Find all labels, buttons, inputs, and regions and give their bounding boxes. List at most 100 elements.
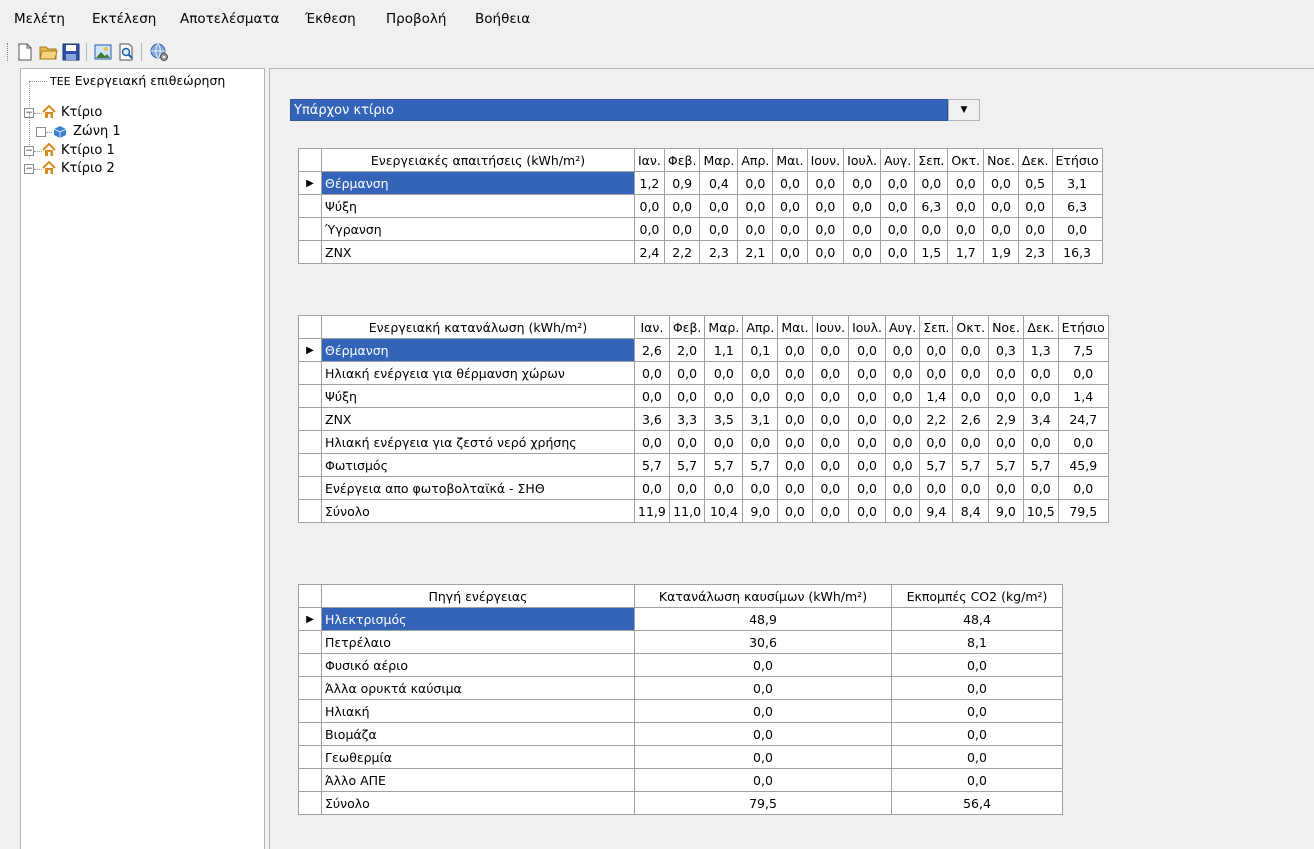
value-cell[interactable]: 7,5 <box>1057 338 1109 362</box>
column-header-month[interactable]: Ιουν. <box>811 315 850 339</box>
value-cell[interactable]: 0,0 <box>848 430 887 454</box>
value-cell[interactable]: 0,0 <box>988 476 1024 500</box>
value-cell[interactable]: 0,0 <box>880 194 916 218</box>
value-cell[interactable]: 0,0 <box>919 361 954 385</box>
table-row[interactable]: Πετρέλαιο 30,6 8,1 <box>298 630 1063 654</box>
fuel-consumption-cell[interactable]: 0,0 <box>634 676 892 700</box>
co2-emissions-cell[interactable]: 0,0 <box>891 653 1063 677</box>
column-header-month[interactable]: Δεκ. <box>1017 148 1053 172</box>
value-cell[interactable]: 0,0 <box>777 338 813 362</box>
value-cell[interactable]: 0,0 <box>772 171 808 195</box>
value-cell[interactable]: 2,6 <box>634 338 670 362</box>
value-cell[interactable]: 0,0 <box>988 361 1024 385</box>
table-row[interactable]: Ψύξη 0,0 0,0 0,0 0,0 0,0 0,0 0,0 0,0 1,4 0,0 0,0 0,0… <box>298 384 1109 408</box>
fuel-consumption-cell[interactable]: 0,0 <box>634 745 892 769</box>
value-cell[interactable]: 0,0 <box>811 453 850 477</box>
row-selector[interactable] <box>298 453 322 477</box>
menu-apotelesmata[interactable]: Αποτελέσματα <box>180 11 279 27</box>
column-header-month[interactable]: Νοε. <box>983 148 1019 172</box>
value-cell[interactable]: 0,0 <box>988 430 1024 454</box>
column-header-month[interactable]: Ιαν. <box>634 315 670 339</box>
value-cell[interactable]: 3,6 <box>634 407 670 431</box>
row-category-cell[interactable]: Ηλιακή ενέργεια για ζεστό νερό χρήσης <box>321 430 635 454</box>
picture-icon[interactable] <box>93 42 113 62</box>
row-category-cell[interactable]: Θέρμανση <box>321 171 635 195</box>
value-cell[interactable]: 8,4 <box>952 499 990 523</box>
building-type-value[interactable]: Υπάρχον κτίριο <box>290 99 948 121</box>
column-header-month[interactable]: Οκτ. <box>952 315 990 339</box>
value-cell[interactable]: 5,7 <box>952 453 990 477</box>
value-cell[interactable]: 1,2 <box>634 171 665 195</box>
value-cell[interactable]: 0,0 <box>806 217 845 241</box>
column-header-month[interactable]: Μαι. <box>777 315 813 339</box>
value-cell[interactable]: 3,1 <box>742 407 779 431</box>
value-cell[interactable]: 0,0 <box>1022 430 1059 454</box>
value-cell[interactable]: 0,0 <box>699 194 739 218</box>
table-row[interactable]: ▶ Θέρμανση 1,2 0,9 0,4 0,0 0,0 0,0 0,0 0,0 0,0 0,0 0… <box>298 171 1103 195</box>
value-cell[interactable]: 0,0 <box>885 453 921 477</box>
value-cell[interactable]: 0,0 <box>737 171 774 195</box>
value-cell[interactable]: 9,0 <box>742 499 779 523</box>
value-cell[interactable]: 0,0 <box>983 194 1019 218</box>
value-cell[interactable]: 0,0 <box>885 338 921 362</box>
value-cell[interactable]: 0,0 <box>777 499 813 523</box>
fuel-consumption-cell[interactable]: 48,9 <box>634 607 892 631</box>
row-category-cell[interactable]: ZNX <box>321 407 635 431</box>
value-cell[interactable]: 0,0 <box>919 430 954 454</box>
row-selector[interactable] <box>298 676 322 700</box>
column-header[interactable]: Πηγή ενέργειας <box>321 584 635 608</box>
row-category-cell[interactable]: Σύνολο <box>321 499 635 523</box>
value-cell[interactable]: 5,7 <box>1022 453 1059 477</box>
co2-emissions-cell[interactable]: 48,4 <box>891 607 1063 631</box>
value-cell[interactable]: 0,0 <box>742 430 779 454</box>
co2-emissions-cell[interactable]: 0,0 <box>891 768 1063 792</box>
value-cell[interactable]: 0,0 <box>704 476 744 500</box>
value-cell[interactable]: 0,0 <box>777 430 813 454</box>
menu-ekthesi[interactable]: Έκθεση <box>305 11 356 27</box>
fuel-consumption-cell[interactable]: 0,0 <box>634 653 892 677</box>
tree-node-zoni-1[interactable]: Ζώνη 1 <box>73 123 121 141</box>
value-cell[interactable]: 0,0 <box>952 384 990 408</box>
value-cell[interactable]: 0,0 <box>663 194 701 218</box>
value-cell[interactable]: 0,0 <box>811 430 850 454</box>
row-category-cell[interactable]: Ύγρανση <box>321 217 635 241</box>
table-row[interactable]: Φυσικό αέριο 0,0 0,0 <box>298 653 1063 677</box>
co2-emissions-cell[interactable]: 0,0 <box>891 722 1063 746</box>
value-cell[interactable]: 0,5 <box>1017 171 1053 195</box>
column-header-month[interactable]: Ιουν. <box>806 148 845 172</box>
value-cell[interactable]: 0,0 <box>1017 194 1053 218</box>
energy-source-cell[interactable]: Βιομάζα <box>321 722 635 746</box>
value-cell[interactable]: 16,3 <box>1051 240 1103 264</box>
table-row[interactable]: Φωτισμός 5,7 5,7 5,7 5,7 0,0 0,0 0,0 0,0 5,7 5,7 5,… <box>298 453 1109 477</box>
row-selector[interactable] <box>298 630 322 654</box>
new-file-icon[interactable] <box>15 42 35 62</box>
row-selector[interactable] <box>298 240 322 264</box>
tree-root[interactable]: ΤΕΕ Ενεργειακή επιθεώρηση <box>50 72 225 90</box>
fuel-consumption-cell[interactable]: 30,6 <box>634 630 892 654</box>
value-cell[interactable]: 0,0 <box>1022 361 1059 385</box>
value-cell[interactable]: 3,5 <box>704 407 744 431</box>
value-cell[interactable]: 0,0 <box>811 407 850 431</box>
value-cell[interactable]: 0,0 <box>880 240 916 264</box>
value-cell[interactable]: 0,0 <box>777 361 813 385</box>
value-cell[interactable]: 9,4 <box>919 499 954 523</box>
value-cell[interactable]: 0,0 <box>777 407 813 431</box>
menu-meleti[interactable]: Μελέτη <box>14 11 65 27</box>
row-selector[interactable]: ▶ <box>298 338 322 362</box>
tree-collapse-toggle[interactable]: − <box>24 146 34 156</box>
value-cell[interactable]: 0,0 <box>777 384 813 408</box>
value-cell[interactable]: 0,0 <box>634 430 670 454</box>
value-cell[interactable]: 6,3 <box>1051 194 1103 218</box>
tree-node-ktirio-1[interactable]: Κτίριο 1 <box>61 142 115 160</box>
value-cell[interactable]: 0,0 <box>885 499 921 523</box>
row-selector[interactable] <box>298 791 322 815</box>
column-header-month[interactable]: Ετήσιο <box>1051 148 1103 172</box>
value-cell[interactable]: 0,0 <box>668 430 706 454</box>
row-category-cell[interactable]: Φωτισμός <box>321 453 635 477</box>
value-cell[interactable]: 0,0 <box>952 361 990 385</box>
value-cell[interactable]: 0,0 <box>947 171 985 195</box>
value-cell[interactable]: 2,4 <box>634 240 665 264</box>
value-cell[interactable]: 0,0 <box>1057 361 1109 385</box>
table-row[interactable]: Σύνολο 79,5 56,4 <box>298 791 1063 815</box>
value-cell[interactable]: 0,0 <box>1022 476 1059 500</box>
